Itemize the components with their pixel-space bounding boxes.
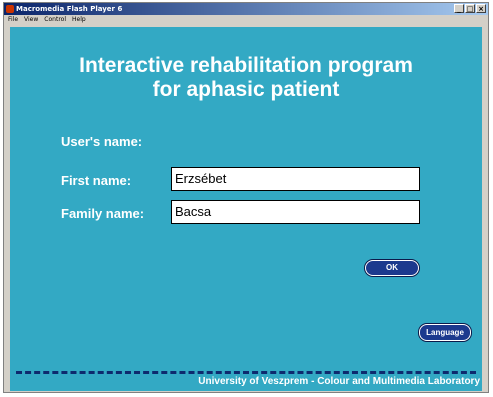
close-button[interactable]: × <box>476 4 486 13</box>
footer-text: University of Veszprem - Colour and Mult… <box>198 376 480 387</box>
menu-control[interactable]: Control <box>44 15 66 25</box>
menu-view[interactable]: View <box>24 15 38 25</box>
footer-divider <box>16 371 476 374</box>
title-bar: Macromedia Flash Player 6 _ □ × <box>4 3 488 15</box>
family-name-field[interactable]: Bacsa <box>171 200 420 224</box>
window-title: Macromedia Flash Player 6 <box>16 5 123 13</box>
window-controls: _ □ × <box>454 4 486 13</box>
maximize-button[interactable]: □ <box>465 4 475 13</box>
menu-bar: File View Control Help <box>4 15 488 25</box>
menu-file[interactable]: File <box>8 15 18 25</box>
flash-stage: Interactive rehabilitation program for a… <box>10 27 482 391</box>
family-name-label: Family name: <box>61 206 145 221</box>
minimize-button[interactable]: _ <box>454 4 464 13</box>
program-title-line2: for aphasic patient <box>152 78 340 101</box>
first-name-label: First name: <box>61 173 132 188</box>
program-title: Interactive rehabilitation program for a… <box>10 54 482 102</box>
flash-player-window: Macromedia Flash Player 6 _ □ × File Vie… <box>3 2 489 393</box>
program-title-line1: Interactive rehabilitation program <box>79 54 413 77</box>
language-button[interactable]: Language <box>419 324 471 341</box>
menu-help[interactable]: Help <box>72 15 86 25</box>
flash-app-icon <box>6 5 14 13</box>
first-name-field[interactable]: Erzsébet <box>171 167 420 191</box>
users-name-label: User's name: <box>61 134 143 149</box>
ok-button[interactable]: OK <box>365 260 419 276</box>
